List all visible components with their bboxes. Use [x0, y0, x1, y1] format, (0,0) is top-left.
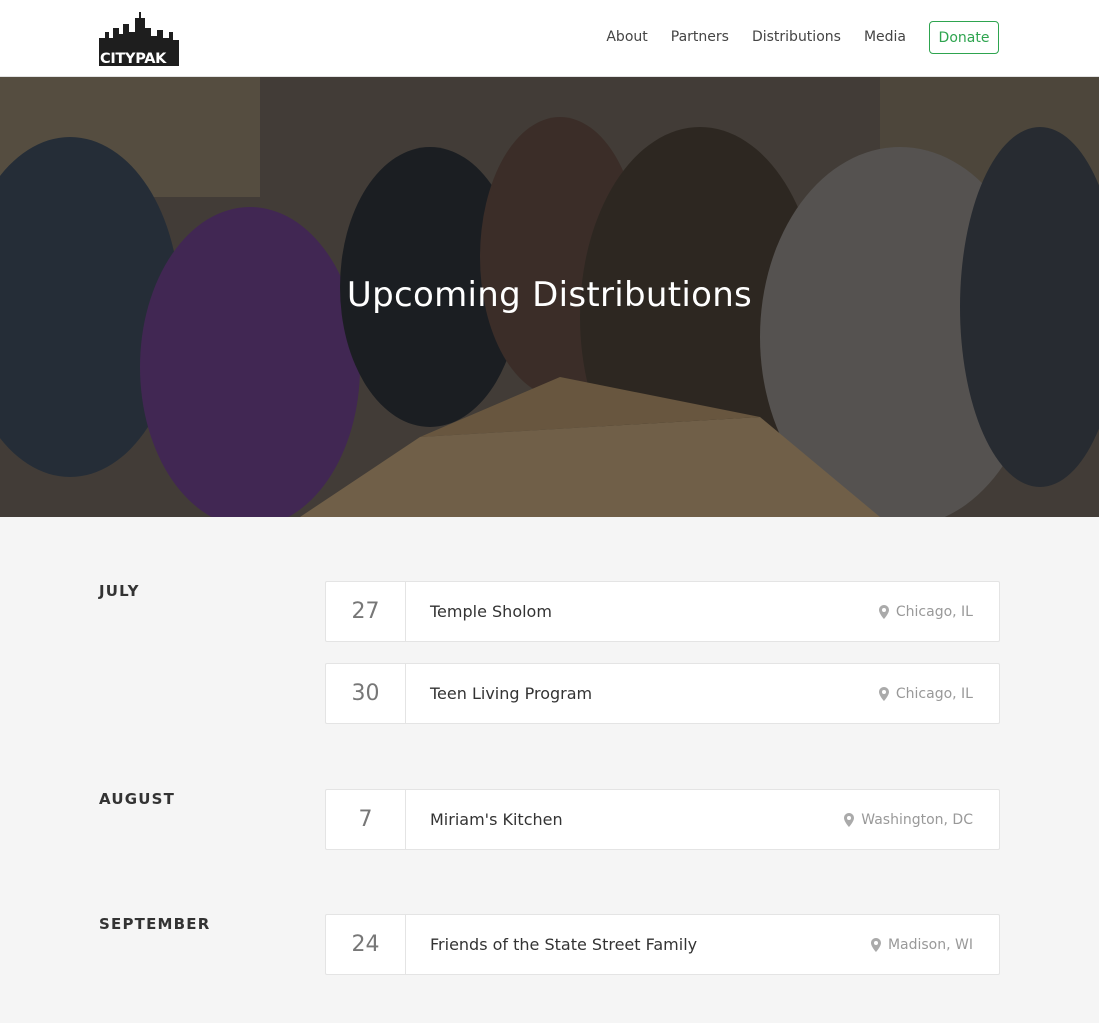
event-card[interactable]: 27 Temple Sholom Chicago, IL	[325, 581, 1000, 642]
event-location-text: Chicago, IL	[895, 603, 973, 620]
citypak-logo[interactable]: CITYPAK	[99, 10, 179, 67]
map-pin-icon	[870, 937, 881, 952]
event-card[interactable]: 7 Miriam's Kitchen Washington, DC	[325, 789, 1000, 850]
event-card[interactable]: 24 Friends of the State Street Family Ma…	[325, 914, 1000, 975]
donate-button[interactable]: Donate	[929, 21, 999, 54]
event-name: Temple Sholom	[430, 602, 552, 621]
month-label-september: SEPTEMBER	[99, 915, 211, 933]
month-label-august: AUGUST	[99, 790, 176, 808]
event-location: Madison, WI	[870, 936, 999, 953]
event-location-text: Madison, WI	[887, 936, 973, 953]
page-title: Upcoming Distributions	[346, 275, 753, 315]
event-location-text: Chicago, IL	[895, 685, 973, 702]
event-card[interactable]: 30 Teen Living Program Chicago, IL	[325, 663, 1000, 724]
event-day: 7	[326, 790, 406, 849]
month-label-july: JULY	[99, 582, 140, 600]
nav-partners-link[interactable]: Partners	[671, 21, 729, 54]
map-pin-icon	[878, 604, 889, 619]
top-navigation: CITYPAK About Partners Distributions Med…	[0, 0, 1099, 77]
map-pin-icon	[878, 686, 889, 701]
logo-wordmark: CITYPAK	[100, 51, 167, 67]
hero-banner: Upcoming Distributions	[0, 77, 1099, 517]
event-name: Friends of the State Street Family	[430, 935, 698, 954]
event-name: Teen Living Program	[430, 684, 593, 703]
map-pin-icon	[844, 812, 855, 827]
nav-media-link[interactable]: Media	[864, 21, 906, 54]
event-name: Miriam's Kitchen	[430, 810, 563, 829]
main-nav: About Partners Distributions Media Donat…	[606, 21, 999, 54]
event-day: 27	[326, 582, 406, 641]
event-day: 24	[326, 915, 406, 974]
event-day: 30	[326, 664, 406, 723]
event-location-text: Washington, DC	[861, 811, 973, 828]
nav-distributions-link[interactable]: Distributions	[752, 21, 841, 54]
event-location: Chicago, IL	[878, 603, 999, 620]
event-location: Washington, DC	[844, 812, 999, 828]
nav-about-link[interactable]: About	[606, 21, 647, 54]
event-location: Chicago, IL	[878, 685, 999, 702]
